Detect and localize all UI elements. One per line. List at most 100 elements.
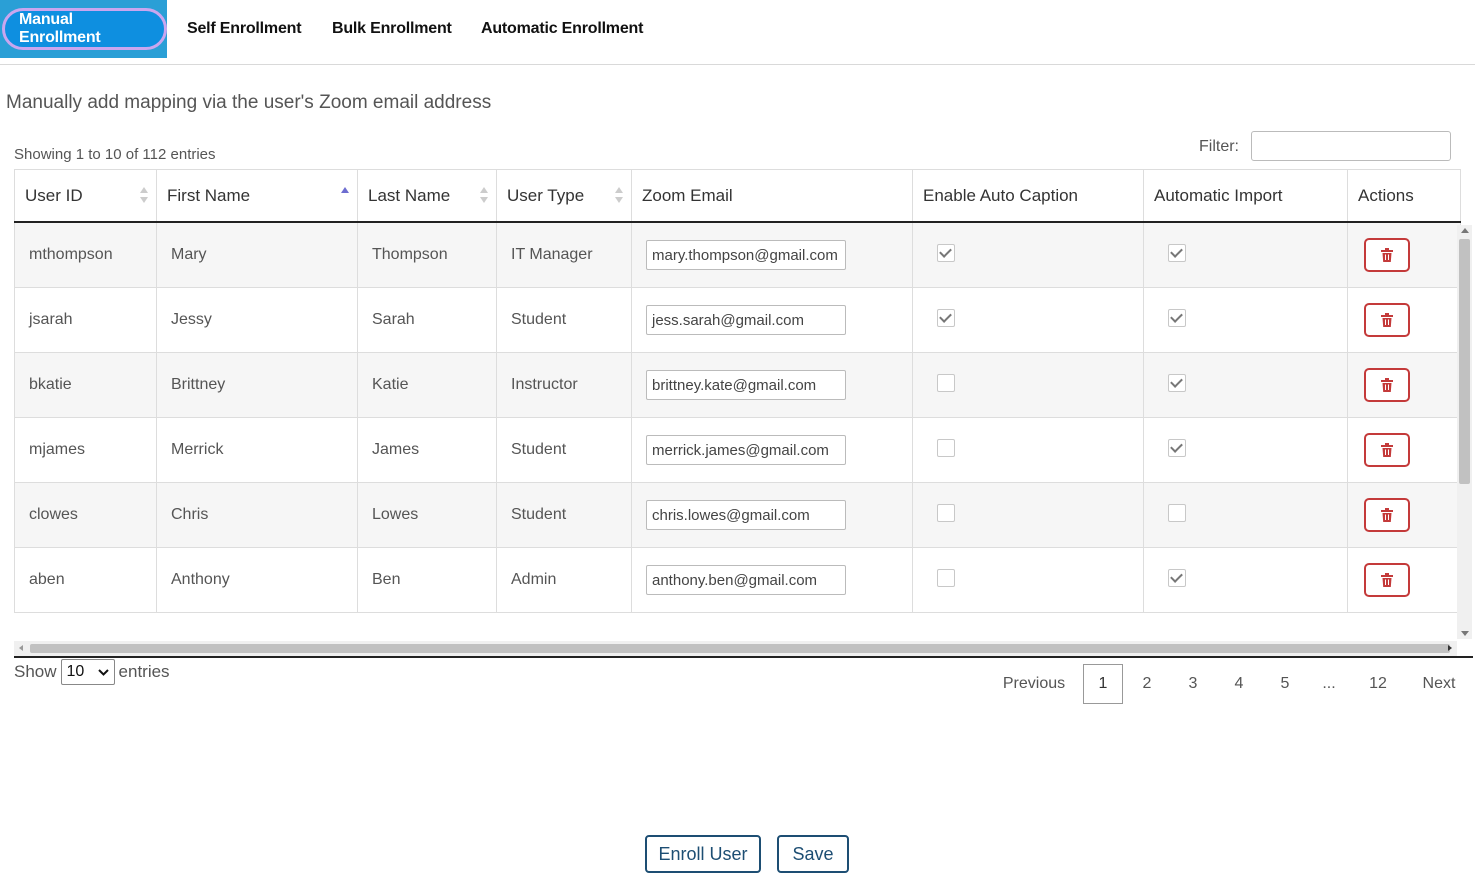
pagination-page-3[interactable]: 3 (1179, 664, 1207, 704)
auto-caption-checkbox[interactable] (937, 308, 955, 327)
cell-zoom-email: merrick.james@gmail.com (631, 417, 913, 483)
zoom-email-input[interactable]: brittney.kate@gmail.com (646, 370, 846, 400)
scroll-thumb[interactable] (30, 644, 1450, 653)
cell-first-name: Mary (156, 221, 358, 288)
cell-user-type: Instructor (496, 352, 632, 418)
cell-user-type: IT Manager (496, 221, 632, 288)
enroll-user-button[interactable]: Enroll User (645, 835, 761, 873)
last-name: Ben (372, 571, 401, 588)
horizontal-scrollbar[interactable] (14, 641, 1457, 656)
filter-label: Filter: (1199, 138, 1239, 155)
last-name: Sarah (372, 311, 415, 328)
automatic-import-checkbox[interactable] (1168, 308, 1186, 327)
users-table-container: User ID First Name Last Name User Type Z… (14, 169, 1473, 643)
column-label: Zoom Email (642, 185, 733, 205)
scroll-down-icon[interactable] (1461, 631, 1469, 636)
pagination-page-5[interactable]: 5 (1271, 664, 1299, 704)
zoom-email-input[interactable]: mary.thompson@gmail.com (646, 240, 846, 270)
tab-bulk-enrollment[interactable]: Bulk Enrollment (332, 0, 452, 58)
column-header-user-id[interactable]: User ID (14, 169, 157, 223)
cell-user-id: clowes (14, 482, 157, 548)
delete-button[interactable] (1364, 303, 1410, 337)
vertical-scrollbar[interactable] (1457, 225, 1472, 639)
trash-icon (1381, 248, 1393, 262)
cell-user-id: jsarah (14, 287, 157, 353)
entries-info: Showing 1 to 10 of 112 entries (14, 146, 216, 163)
automatic-import-checkbox[interactable] (1168, 243, 1186, 262)
trash-icon (1381, 378, 1393, 392)
tab-automatic-enrollment[interactable]: Automatic Enrollment (481, 0, 643, 58)
save-button[interactable]: Save (777, 835, 849, 873)
sort-icon (480, 187, 488, 205)
zoom-email-input[interactable]: chris.lowes@gmail.com (646, 500, 846, 530)
pagination-previous[interactable]: Previous (1000, 664, 1068, 704)
automatic-import-checkbox[interactable] (1168, 438, 1186, 457)
delete-button[interactable] (1364, 238, 1410, 272)
page-length-select[interactable]: 10 (60, 659, 115, 685)
cell-last-name: James (357, 417, 497, 483)
column-header-user-type[interactable]: User Type (496, 169, 632, 223)
cell-auto-caption (912, 221, 1144, 288)
pagination-page-4[interactable]: 4 (1225, 664, 1253, 704)
delete-button[interactable] (1364, 498, 1410, 532)
scroll-thumb[interactable] (1459, 239, 1470, 484)
auto-caption-checkbox[interactable] (937, 243, 955, 262)
cell-first-name: Brittney (156, 352, 358, 418)
zoom-email-input[interactable]: anthony.ben@gmail.com (646, 565, 846, 595)
cell-automatic-import (1143, 287, 1348, 353)
zoom-email-input[interactable]: merrick.james@gmail.com (646, 435, 846, 465)
cell-user-id: mjames (14, 417, 157, 483)
auto-caption-checkbox[interactable] (937, 438, 955, 457)
tab-self-enrollment[interactable]: Self Enrollment (187, 0, 302, 58)
auto-caption-checkbox[interactable] (937, 503, 955, 522)
users-table: User ID First Name Last Name User Type Z… (14, 169, 1461, 613)
column-header-first-name[interactable]: First Name (156, 169, 358, 223)
delete-button[interactable] (1364, 563, 1410, 597)
scroll-up-icon[interactable] (1461, 228, 1469, 233)
cell-actions (1347, 287, 1461, 353)
cell-user-type: Student (496, 482, 632, 548)
filter-input[interactable] (1251, 131, 1451, 161)
page-description: Manually add mapping via the user's Zoom… (6, 92, 492, 113)
sort-icon (615, 187, 623, 205)
pagination-page-12[interactable]: 12 (1362, 664, 1394, 704)
automatic-import-checkbox[interactable] (1168, 373, 1186, 392)
table-row: bkatie Brittney Katie Instructor brittney.ka… (14, 352, 1461, 418)
pagination-page-1[interactable]: 1 (1083, 664, 1123, 704)
pagination-page-2[interactable]: 2 (1133, 664, 1161, 704)
scroll-right-icon[interactable] (1448, 645, 1452, 651)
page-length-control: Show 10 entries (14, 659, 170, 685)
automatic-import-checkbox[interactable] (1168, 503, 1186, 522)
sort-icon (140, 187, 148, 205)
scroll-left-icon[interactable] (19, 645, 23, 651)
cell-user-id: mthompson (14, 221, 157, 288)
auto-caption-checkbox[interactable] (937, 373, 955, 392)
last-name: Katie (372, 376, 409, 393)
delete-button[interactable] (1364, 368, 1410, 402)
tab-label: Self Enrollment (187, 20, 302, 37)
user-id: aben (29, 571, 65, 588)
column-header-last-name[interactable]: Last Name (357, 169, 497, 223)
tab-label: Manual Enrollment (2, 8, 167, 50)
cell-automatic-import (1143, 482, 1348, 548)
tab-manual-enrollment[interactable]: Manual Enrollment (0, 0, 167, 58)
user-type: Student (511, 311, 567, 328)
last-name: Lowes (372, 506, 419, 523)
show-label: Show (14, 662, 57, 681)
column-header-zoom-email: Zoom Email (631, 169, 913, 223)
last-name: James (372, 441, 420, 458)
auto-caption-checkbox[interactable] (937, 568, 955, 587)
table-header-row: User ID First Name Last Name User Type Z… (14, 169, 1461, 223)
user-type: Student (511, 441, 567, 458)
cell-last-name: Ben (357, 547, 497, 613)
column-label: User Type (507, 185, 585, 205)
automatic-import-checkbox[interactable] (1168, 568, 1186, 587)
zoom-email-input[interactable]: jess.sarah@gmail.com (646, 305, 846, 335)
cell-first-name: Anthony (156, 547, 358, 613)
column-label: Last Name (368, 185, 451, 205)
delete-button[interactable] (1364, 433, 1410, 467)
pagination-next[interactable]: Next (1416, 664, 1462, 704)
cell-zoom-email: anthony.ben@gmail.com (631, 547, 913, 613)
enrollment-tabs: Manual Enrollment Self Enrollment Bulk E… (0, 0, 1475, 65)
column-header-automatic-import: Automatic Import (1143, 169, 1348, 223)
